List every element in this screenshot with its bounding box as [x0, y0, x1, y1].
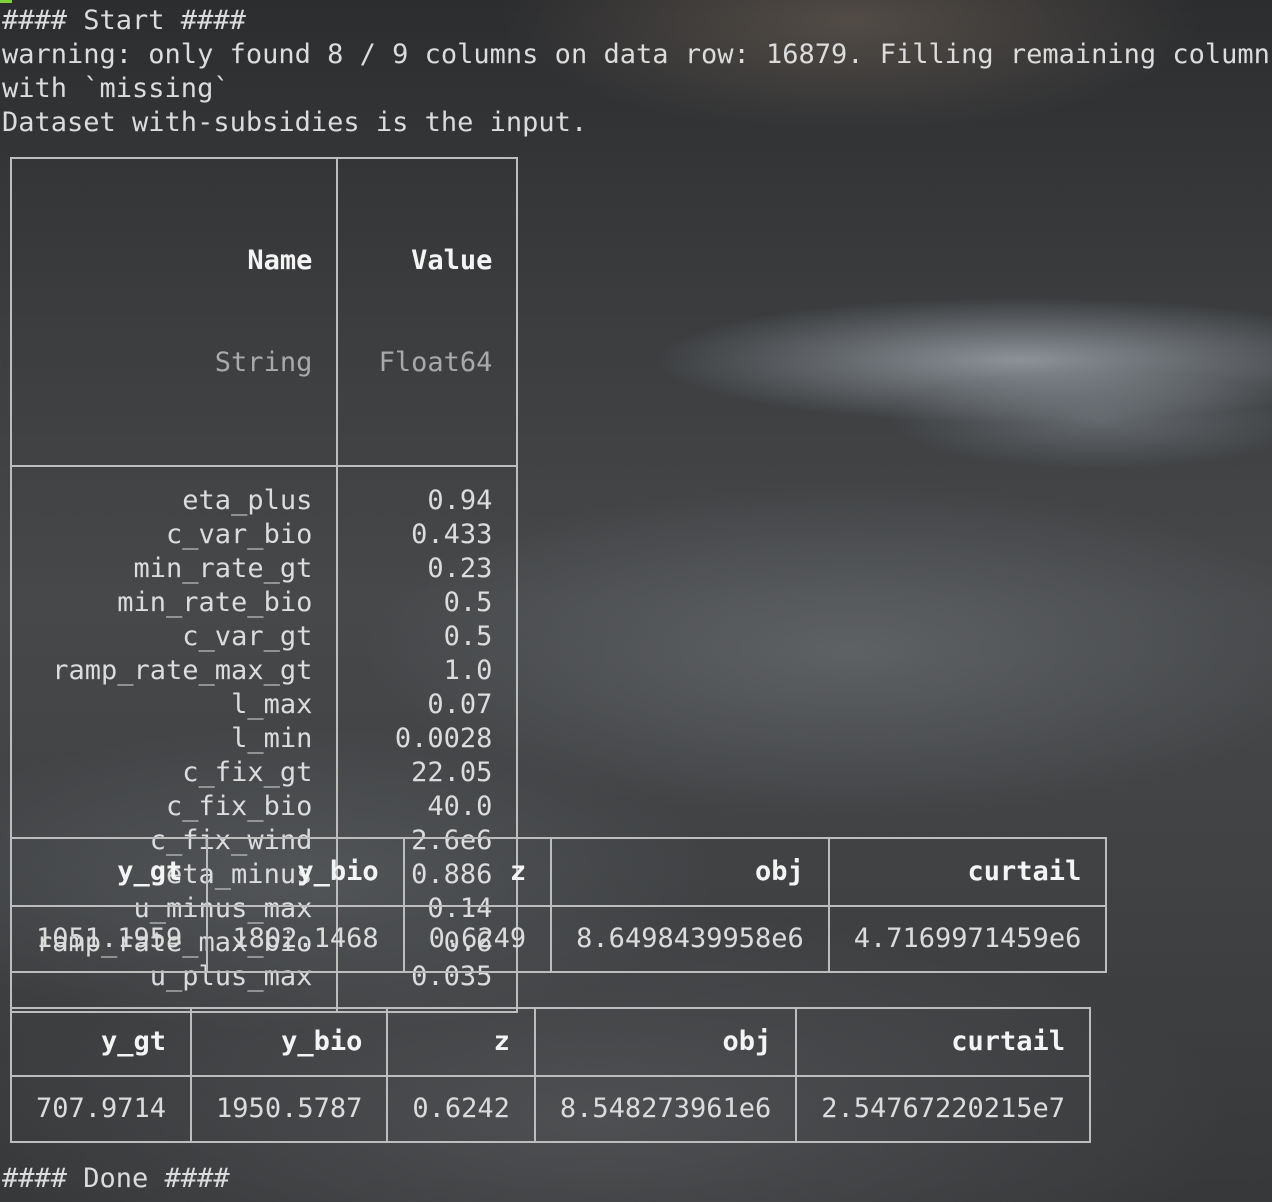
- result-value-row: 1051.1959 1802.1468 0.6249 8.6498439958e…: [9, 905, 1108, 973]
- result-value-y-gt: 1051.1959: [9, 905, 209, 973]
- parameter-value: 1.0: [443, 655, 493, 686]
- start-marker: #### Start ####: [2, 5, 246, 36]
- result-header-y-bio: y_bio: [206, 837, 405, 907]
- result-header-obj: obj: [533, 1007, 798, 1077]
- result-value-y-gt: 707.9714: [9, 1075, 193, 1143]
- parameter-value: 0.23: [427, 553, 493, 584]
- name-header-label: Name: [247, 245, 313, 276]
- result-header-z: z: [402, 837, 553, 907]
- result-value-curtail: 4.7169971459e6: [827, 905, 1108, 973]
- result-value-obj: 8.548273961e6: [533, 1075, 798, 1143]
- result-header-y-gt: y_gt: [9, 837, 209, 907]
- dataset-line: Dataset with-subsidies is the input.: [2, 107, 588, 138]
- result-header-obj: obj: [550, 837, 830, 907]
- parameter-name: min_rate_bio: [117, 587, 313, 618]
- result-header-z: z: [386, 1007, 536, 1077]
- parameter-name: c_fix_gt: [182, 757, 313, 788]
- parameter-name: c_var_gt: [182, 621, 313, 652]
- parameter-name: c_fix_bio: [166, 791, 313, 822]
- prompt-indicator: [0, 0, 12, 3]
- terminal-output: #### Start #### warning: only found 8 / …: [2, 4, 1272, 140]
- result-table: y_gt y_bio z obj curtail 707.9714 1950.5…: [9, 1007, 1092, 1143]
- parameter-name: eta_plus: [182, 485, 313, 516]
- parameter-value: 0.07: [427, 689, 493, 720]
- name-column-header: Name String: [9, 157, 339, 467]
- parameter-name: min_rate_gt: [133, 553, 313, 584]
- parameter-value: 0.0028: [394, 723, 493, 754]
- result-table: y_gt y_bio z obj curtail 1051.1959 1802.…: [9, 837, 1108, 973]
- parameter-value: 22.05: [411, 757, 493, 788]
- parameter-name: l_min: [231, 723, 313, 754]
- warning-line-continued: with `missing`: [2, 73, 230, 104]
- result-value-curtail: 2.54767220215e7: [795, 1075, 1092, 1143]
- result-header-y-bio: y_bio: [190, 1007, 389, 1077]
- result-value-row: 707.9714 1950.5787 0.6242 8.548273961e6 …: [9, 1075, 1092, 1143]
- value-header-type: Float64: [378, 347, 493, 378]
- result-value-z: 0.6242: [386, 1075, 536, 1143]
- parameter-value: 0.5: [443, 587, 493, 618]
- result-header-y-gt: y_gt: [9, 1007, 193, 1077]
- parameter-value: 0.5: [443, 621, 493, 652]
- value-column-header: Value Float64: [336, 157, 519, 467]
- warning-line: warning: only found 8 / 9 columns on dat…: [2, 39, 1272, 70]
- result-header-curtail: curtail: [827, 837, 1108, 907]
- name-header-type: String: [214, 347, 313, 378]
- parameter-value: 0.433: [411, 519, 493, 550]
- result-value-z: 0.6249: [402, 905, 553, 973]
- parameter-value: 40.0: [427, 791, 493, 822]
- parameter-name: c_var_bio: [166, 519, 313, 550]
- result-value-y-bio: 1950.5787: [190, 1075, 389, 1143]
- result-header-row: y_gt y_bio z obj curtail: [9, 1007, 1092, 1077]
- value-header-label: Value: [411, 245, 493, 276]
- done-marker: #### Done ####: [2, 1163, 230, 1194]
- parameter-value: 0.94: [427, 485, 493, 516]
- result-value-y-bio: 1802.1468: [206, 905, 405, 973]
- result-header-curtail: curtail: [795, 1007, 1092, 1077]
- result-header-row: y_gt y_bio z obj curtail: [9, 837, 1108, 907]
- parameter-name: l_max: [231, 689, 313, 720]
- result-value-obj: 8.6498439958e6: [550, 905, 830, 973]
- parameter-name: ramp_rate_max_gt: [52, 655, 313, 686]
